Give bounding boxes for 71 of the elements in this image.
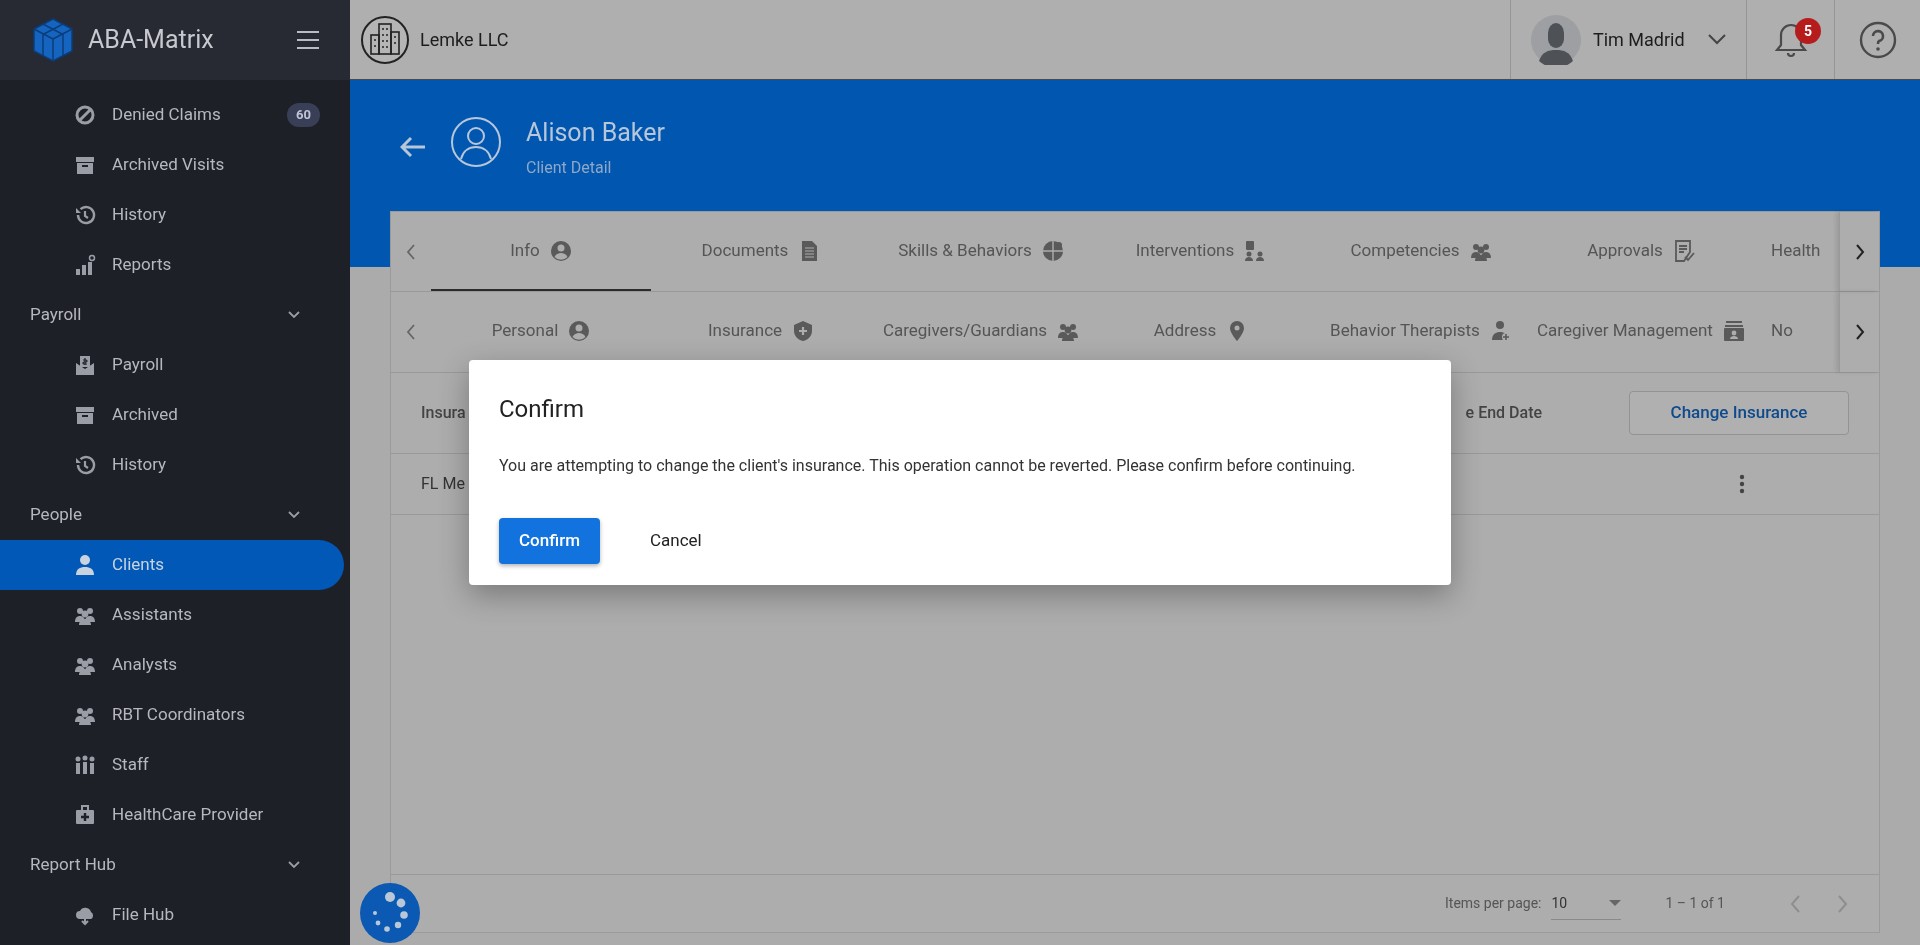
contact-card-icon bbox=[1722, 320, 1745, 342]
table-cell-text: FL Me bbox=[421, 473, 465, 495]
nav-item[interactable]: Reports bbox=[0, 240, 350, 290]
cancel-button[interactable]: Cancel bbox=[609, 518, 742, 564]
person-circle-icon bbox=[450, 116, 502, 168]
client-name: Alison Baker bbox=[526, 117, 665, 149]
archive-box-icon bbox=[74, 404, 96, 426]
nav-item[interactable]: RBT Coordinators bbox=[0, 690, 350, 740]
nav-item[interactable]: History bbox=[0, 190, 350, 240]
chevron-down-icon bbox=[1708, 34, 1726, 45]
confirm-button[interactable]: Confirm bbox=[499, 518, 600, 564]
nav-item[interactable]: Analysts bbox=[0, 640, 350, 690]
bar-chart-icon bbox=[74, 254, 96, 276]
nav-item[interactable]: Staff bbox=[0, 740, 350, 790]
history-icon bbox=[74, 454, 96, 476]
chevron-left-icon[interactable] bbox=[406, 324, 416, 340]
nav-item[interactable]: Archived Visits bbox=[0, 140, 350, 190]
user-name: Tim Madrid bbox=[1593, 28, 1685, 52]
nav-item[interactable]: Assistants bbox=[0, 590, 350, 640]
chevron-icon bbox=[288, 311, 300, 319]
nav-item[interactable]: Clients bbox=[0, 540, 344, 590]
company-name: Lemke LLC bbox=[420, 28, 510, 52]
page-range: 1 – 1 of 1 bbox=[1665, 894, 1725, 913]
dialog-message: You are attempting to change the client's insurance. This operation cannot be reverted. Please confirm before continuing. bbox=[499, 455, 1357, 477]
chevron-right-icon[interactable] bbox=[1854, 324, 1865, 340]
person-circle-icon bbox=[549, 239, 572, 262]
archive-box-icon bbox=[74, 154, 96, 176]
nav-item[interactable]: History bbox=[0, 440, 350, 490]
page-size-select[interactable]: 10 bbox=[1551, 887, 1622, 920]
checklist-icon bbox=[1672, 239, 1695, 262]
history-icon bbox=[74, 204, 96, 226]
chevron-icon bbox=[288, 511, 300, 519]
menu-icon[interactable] bbox=[296, 30, 320, 50]
notification-badge: 5 bbox=[1795, 18, 1821, 44]
person-plus-icon bbox=[1489, 320, 1512, 342]
chevron-icon bbox=[288, 861, 300, 869]
avatar-icon bbox=[1531, 14, 1581, 65]
ban-icon bbox=[74, 104, 96, 126]
user-menu[interactable]: Tim Madrid bbox=[1510, 0, 1746, 79]
nav-item[interactable]: HealthCare Provider bbox=[0, 790, 350, 840]
nav-item[interactable]: File Hub bbox=[0, 890, 350, 940]
nav-item[interactable]: Archived bbox=[0, 390, 350, 440]
loading-spinner-icon bbox=[360, 883, 420, 943]
nav-item[interactable]: Payroll bbox=[0, 340, 350, 390]
count-badge: 60 bbox=[287, 103, 320, 127]
nav-item[interactable]: Denied Claims 60 bbox=[0, 90, 350, 140]
chevron-left-icon[interactable] bbox=[406, 243, 416, 260]
page-subtitle: Client Detail bbox=[526, 157, 613, 179]
column-header: e End Date bbox=[1465, 402, 1543, 424]
nav-section[interactable]: Report Hub bbox=[0, 840, 350, 890]
brand-name: ABA-Matrix bbox=[88, 24, 215, 57]
items-per-page-label: Items per page: bbox=[1445, 894, 1542, 913]
people-alert-icon bbox=[1244, 239, 1267, 262]
money-envelope-icon bbox=[74, 354, 96, 376]
medical-kit-icon bbox=[74, 804, 96, 826]
nav-section[interactable]: Payroll bbox=[0, 290, 350, 340]
person-icon bbox=[74, 554, 96, 576]
cubes-logo-icon bbox=[30, 17, 76, 63]
help-icon[interactable] bbox=[1858, 20, 1897, 59]
chevron-right-icon[interactable] bbox=[1854, 243, 1865, 260]
more-vertical-icon[interactable] bbox=[1739, 474, 1745, 494]
nav-section[interactable]: People bbox=[0, 490, 350, 540]
people-icon bbox=[74, 754, 96, 776]
dropdown-arrow-icon bbox=[1609, 900, 1622, 906]
company-logo-icon bbox=[360, 14, 410, 65]
shield-plus-icon bbox=[792, 320, 815, 342]
dialog-title: Confirm bbox=[499, 394, 586, 424]
person-circle-icon bbox=[568, 320, 591, 342]
change-insurance-button[interactable]: Change Insurance bbox=[1629, 391, 1849, 435]
back-arrow-icon[interactable] bbox=[400, 136, 426, 158]
column-header: Insura bbox=[421, 402, 466, 424]
